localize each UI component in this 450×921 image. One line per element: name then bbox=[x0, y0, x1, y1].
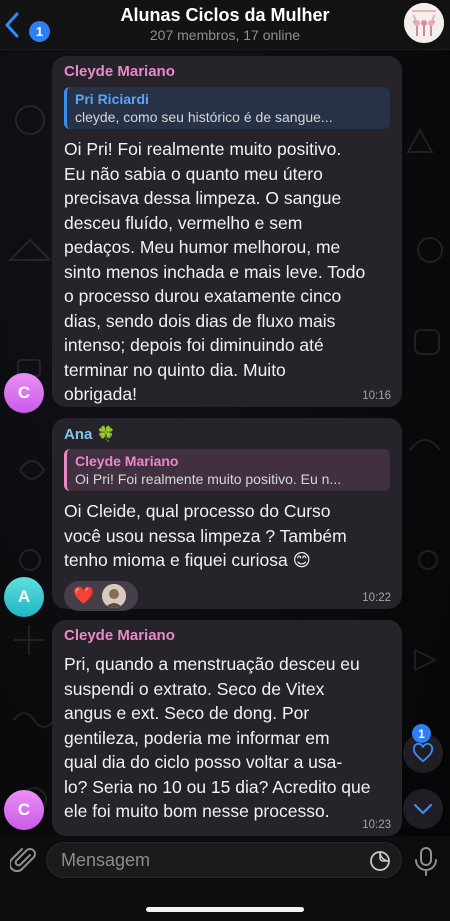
reactions-count-badge: 1 bbox=[412, 724, 431, 743]
heart-reaction[interactable]: ❤️ bbox=[73, 586, 94, 606]
reply-quote[interactable]: Pri Riciardi cleyde, como seu histórico … bbox=[64, 87, 390, 129]
sticker-icon[interactable] bbox=[369, 850, 391, 872]
reply-author: Pri Riciardi bbox=[75, 91, 149, 107]
message-placeholder: Mensagem bbox=[61, 850, 151, 870]
message-bubble[interactable]: Ana 🍀 Cleyde Mariano Oi Pri! Foi realmen… bbox=[52, 418, 402, 611]
scroll-down-button[interactable] bbox=[403, 789, 443, 829]
sender-name[interactable]: Ana 🍀 bbox=[64, 425, 390, 445]
sender-name[interactable]: Cleyde Mariano bbox=[64, 627, 390, 647]
message-text: Oi Pri! Foi realmente muito positivo. Eu… bbox=[64, 139, 366, 404]
home-indicator bbox=[146, 907, 304, 912]
group-avatar[interactable] bbox=[404, 3, 444, 43]
reactor-avatar bbox=[102, 583, 127, 608]
message-time: 10:16 bbox=[362, 390, 391, 402]
chevron-down-icon bbox=[413, 803, 433, 815]
sender-name[interactable]: Cleyde Mariano bbox=[64, 63, 390, 83]
reply-author: Cleyde Mariano bbox=[75, 453, 179, 469]
message-bubble[interactable]: Cleyde Mariano Pri Riciardi cleyde, como… bbox=[52, 56, 402, 407]
chat-title[interactable]: Alunas Ciclos da Mulher bbox=[0, 5, 450, 26]
reactions-bar[interactable]: ❤️ bbox=[64, 580, 138, 611]
message-input[interactable]: Mensagem bbox=[46, 842, 402, 878]
message-text: Oi Cleide, qual processo do Curso você u… bbox=[64, 501, 347, 570]
message-text: Pri, quando a menstruação desceu eu susp… bbox=[64, 654, 371, 821]
sender-avatar[interactable]: C bbox=[4, 790, 44, 830]
sender-avatar[interactable]: A bbox=[4, 577, 44, 617]
message-time: 10:22 bbox=[362, 592, 391, 604]
chat-subtitle: 207 membros, 17 online bbox=[149, 27, 301, 43]
group-avatar-image bbox=[404, 3, 444, 43]
reply-snippet: Oi Pri! Foi realmente muito positivo. Eu… bbox=[75, 471, 342, 487]
chat-header: 1 Alunas Ciclos da Mulher 207 membros, 1… bbox=[0, 0, 450, 50]
sender-avatar[interactable]: C bbox=[4, 373, 44, 413]
heart-icon bbox=[412, 743, 434, 763]
message-time: 10:23 bbox=[362, 819, 391, 831]
chat-screen: 1 Alunas Ciclos da Mulher 207 membros, 1… bbox=[0, 0, 450, 921]
paperclip-icon[interactable] bbox=[10, 846, 38, 874]
reply-snippet: cleyde, como seu histórico é de sangue..… bbox=[75, 109, 333, 125]
message-bubble[interactable]: Cleyde Mariano Pri, quando a menstruação… bbox=[52, 620, 402, 836]
reply-quote[interactable]: Cleyde Mariano Oi Pri! Foi realmente mui… bbox=[64, 449, 390, 491]
microphone-icon[interactable] bbox=[413, 846, 439, 876]
